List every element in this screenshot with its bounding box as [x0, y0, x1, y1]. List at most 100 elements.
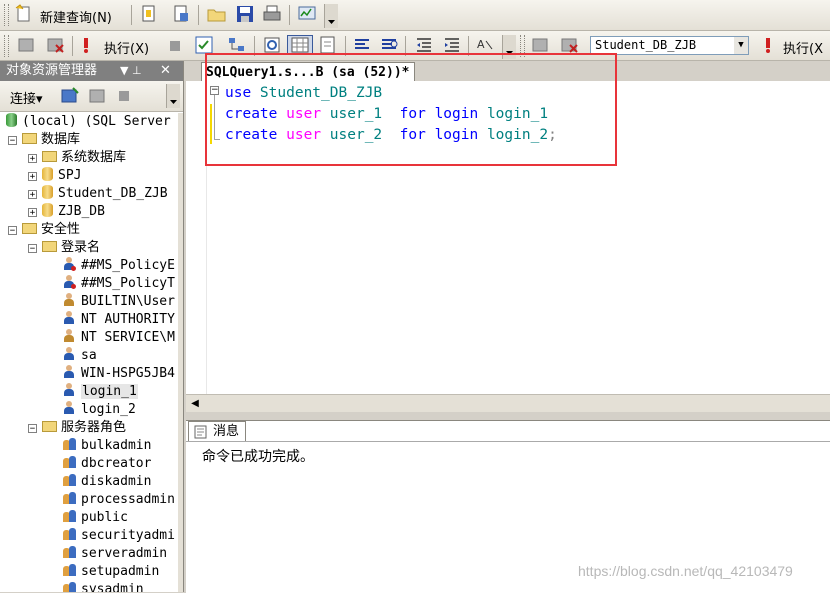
- connect-icon[interactable]: [60, 86, 80, 106]
- tree-node-label: setupadmin: [81, 564, 160, 579]
- toolbar-grip[interactable]: [520, 35, 525, 57]
- tree-node[interactable]: sysadmin: [0, 581, 178, 592]
- tree-node[interactable]: bulkadmin: [0, 437, 178, 455]
- expand-icon[interactable]: +: [28, 172, 37, 182]
- code-token: login_1: [478, 106, 549, 122]
- vertical-scrollbar[interactable]: [178, 113, 183, 592]
- tree-node[interactable]: NT SERVICE\M: [0, 329, 178, 347]
- tree-node[interactable]: + 系统数据库: [0, 149, 178, 167]
- activity-monitor-icon[interactable]: [297, 4, 317, 24]
- scroll-left-icon[interactable]: ◀: [188, 397, 202, 410]
- uncomment-icon[interactable]: [379, 35, 399, 55]
- collapse-icon[interactable]: −: [28, 244, 37, 254]
- tree-node[interactable]: dbcreator: [0, 455, 178, 473]
- tree-node[interactable]: + SPJ: [0, 167, 178, 185]
- tree-node[interactable]: − 服务器角色: [0, 419, 178, 437]
- tree-node[interactable]: + ZJB_DB: [0, 203, 178, 221]
- connect-icon[interactable]: [17, 35, 37, 55]
- tree-node[interactable]: NT AUTHORITY: [0, 311, 178, 329]
- tree-node[interactable]: securityadmi: [0, 527, 178, 545]
- query-tab[interactable]: SQLQuery1.s...B (sa (52))*: [201, 62, 415, 82]
- connect-icon[interactable]: [531, 35, 551, 55]
- toolbar-grip[interactable]: [4, 4, 9, 26]
- print-icon[interactable]: [262, 4, 282, 24]
- tree-node[interactable]: + Student_DB_ZJB: [0, 185, 178, 203]
- specify-template-values-icon[interactable]: A: [475, 35, 495, 55]
- tree-node[interactable]: serveradmin: [0, 545, 178, 563]
- tree-node[interactable]: sa: [0, 347, 178, 365]
- server-role-icon: [62, 473, 78, 487]
- collapse-icon[interactable]: −: [28, 424, 37, 434]
- tree-node-label: NT AUTHORITY: [81, 312, 175, 327]
- new-file-icon[interactable]: [139, 4, 159, 24]
- results-to-grid-icon[interactable]: [287, 35, 313, 55]
- tree-node[interactable]: public: [0, 509, 178, 527]
- connect-dropdown[interactable]: 连接▾: [10, 88, 43, 107]
- tree-node[interactable]: − 登录名: [0, 239, 178, 257]
- results-to-file-icon[interactable]: [318, 35, 338, 55]
- parse-icon[interactable]: [194, 35, 214, 55]
- collapse-icon[interactable]: −: [8, 226, 17, 236]
- expand-icon[interactable]: +: [28, 208, 37, 218]
- tree-node[interactable]: WIN-HSPG5JB4: [0, 365, 178, 383]
- decrease-indent-icon[interactable]: [414, 35, 434, 55]
- stop-icon[interactable]: [170, 41, 180, 51]
- stop-icon[interactable]: [119, 91, 129, 101]
- code-line: use Student_DB_ZJB: [225, 83, 382, 103]
- tree-node-label: login_2: [81, 402, 136, 417]
- editor-margin: [186, 81, 207, 394]
- disconnect-icon[interactable]: [88, 86, 108, 106]
- code-token: login: [434, 106, 479, 122]
- tree-node[interactable]: processadmin: [0, 491, 178, 509]
- tree-node[interactable]: login_1: [0, 383, 178, 401]
- chevron-down-icon[interactable]: ▼: [734, 37, 748, 54]
- messages-tab[interactable]: 消息: [188, 421, 247, 442]
- comment-icon[interactable]: [352, 35, 372, 55]
- collapse-icon[interactable]: −: [210, 86, 219, 95]
- svg-text:A: A: [477, 38, 485, 51]
- new-project-icon[interactable]: [171, 4, 191, 24]
- toolbar-overflow-button[interactable]: [502, 35, 516, 59]
- horizontal-scrollbar[interactable]: ◀: [186, 394, 830, 412]
- tree-node[interactable]: ##MS_PolicyE: [0, 257, 178, 275]
- save-icon[interactable]: [235, 4, 255, 24]
- toolbar-overflow-button[interactable]: [166, 84, 180, 108]
- expand-icon[interactable]: +: [28, 154, 37, 164]
- pin-icon[interactable]: ▼ ⊥: [120, 61, 142, 81]
- tree-node-label: WIN-HSPG5JB4: [81, 366, 175, 381]
- query-editor[interactable]: − use Student_DB_ZJB create user user_1 f…: [186, 81, 830, 394]
- toolbar-overflow-button[interactable]: [324, 4, 338, 28]
- toolbar-grip[interactable]: [4, 35, 9, 57]
- increase-indent-icon[interactable]: [442, 35, 462, 55]
- tree-node[interactable]: login_2: [0, 401, 178, 419]
- server-role-icon: [62, 563, 78, 577]
- execute-button[interactable]: 执行(X: [783, 38, 823, 57]
- execute-button[interactable]: 执行(X): [104, 38, 149, 57]
- tree-node[interactable]: − 安全性: [0, 221, 178, 239]
- code-token: create: [225, 106, 278, 122]
- tree-node[interactable]: diskadmin: [0, 473, 178, 491]
- close-icon[interactable]: ✕: [160, 61, 171, 81]
- folder-icon: [22, 223, 37, 234]
- query-options-icon[interactable]: [262, 35, 282, 55]
- collapse-icon[interactable]: −: [8, 136, 17, 146]
- tree-node[interactable]: ##MS_PolicyT: [0, 275, 178, 293]
- tree-node[interactable]: (local) (SQL Server: [0, 113, 178, 131]
- change-connection-icon[interactable]: [560, 35, 580, 55]
- open-file-icon[interactable]: [207, 4, 227, 24]
- expand-icon[interactable]: +: [28, 190, 37, 200]
- tree-node[interactable]: BUILTIN\User: [0, 293, 178, 311]
- display-plan-icon[interactable]: [227, 35, 247, 55]
- tree-node-label: public: [81, 510, 128, 525]
- tree-node[interactable]: setupadmin: [0, 563, 178, 581]
- available-databases-combo[interactable]: Student_DB_ZJB ▼: [590, 36, 749, 55]
- change-connection-icon[interactable]: [46, 35, 66, 55]
- tree-node-label: processadmin: [81, 492, 175, 507]
- tree-node[interactable]: − 数据库: [0, 131, 178, 149]
- code-token: user_1: [321, 106, 400, 122]
- new-query-button[interactable]: 新建查询(N): [40, 7, 112, 26]
- code-token: ;: [548, 127, 557, 143]
